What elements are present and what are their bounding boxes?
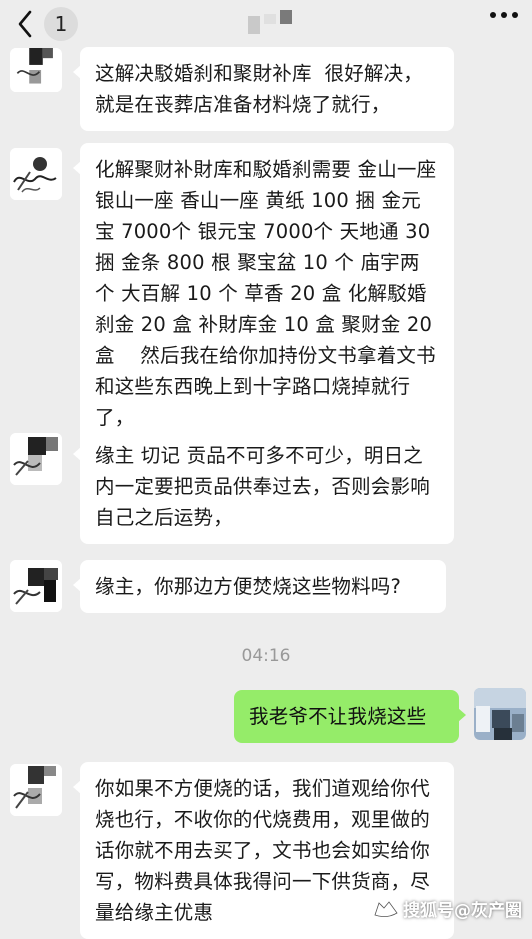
user-avatar[interactable] [474,688,526,740]
sohu-fox-icon [373,899,399,919]
contact-avatar[interactable] [10,148,62,200]
message-bubble-incoming[interactable]: 缘主，你那边方便焚烧这些物料吗? [73,560,446,613]
chevron-left-icon [8,4,42,44]
unread-count-badge: 1 [44,7,78,41]
message-bubble-incoming[interactable]: 缘主 切记 贡品不可多不可少，明日之内一定要把贡品供奉过去，否则会影响自己之后运… [73,429,454,544]
contact-avatar[interactable] [10,560,62,612]
message-bubble-incoming[interactable]: 这解决駁婚刹和聚財补库 很好解决， 就是在丧葬店准备材料烧了就行， [73,47,454,131]
contact-name-pixelated [248,10,292,34]
source-watermark: 搜狐号@灰产圈 [373,896,522,921]
more-dots-icon[interactable] [490,12,518,18]
watermark-text: 搜狐号@灰产圈 [403,901,522,921]
message-bubble-outgoing[interactable]: 我老爷不让我烧这些 [234,690,466,743]
contact-avatar[interactable] [10,433,62,485]
contact-avatar[interactable] [10,764,62,816]
message-bubble-incoming[interactable]: 化解聚财补財库和駁婚刹需要 金山一座 银山一座 香山一座 黄纸 100 捆 金元… [73,143,454,444]
chat-header: 1 [0,0,532,48]
back-button[interactable]: 1 [8,4,78,44]
message-timestamp: 04:16 [241,646,291,666]
contact-avatar[interactable] [10,48,62,92]
